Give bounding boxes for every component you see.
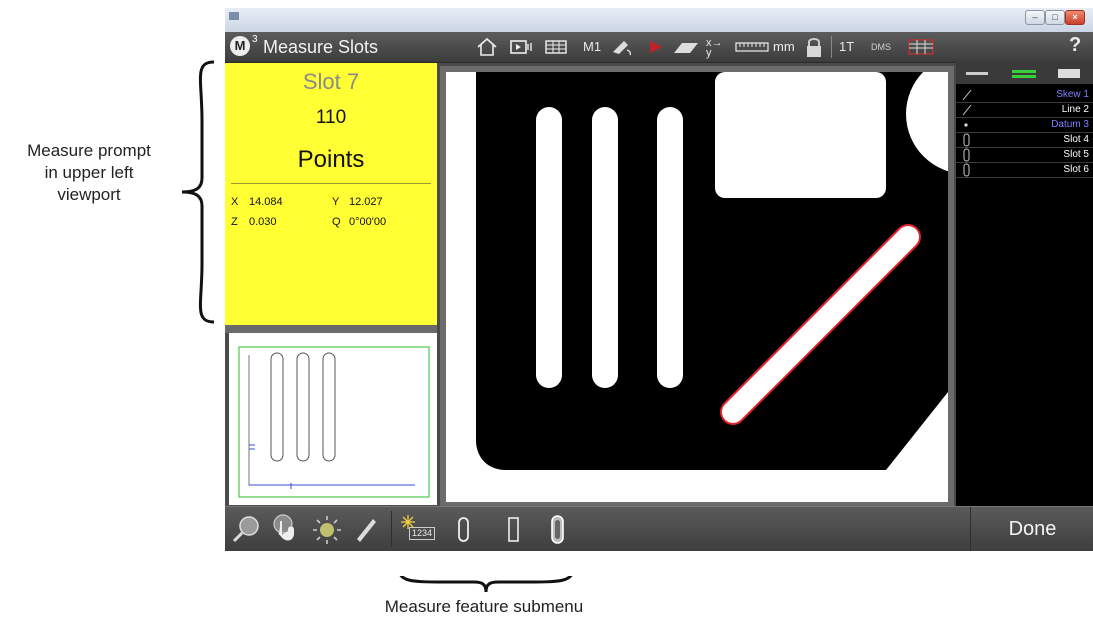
app-logo-superscript: 3 [252,34,258,45]
home-icon[interactable] [476,37,498,57]
coord-q-axis: Q [332,216,341,228]
slot-icon [963,148,970,162]
feature-label: Slot 5 [1063,149,1089,160]
feature-row[interactable]: Slot 6 [956,163,1093,178]
coord-x-value: 14.084 [249,196,283,208]
slot-icon [963,133,970,147]
play-icon[interactable] [647,40,665,54]
prompt-annotation-line-3: viewport [57,185,121,204]
ruler-icon[interactable] [735,41,769,53]
data-table-icon[interactable] [907,38,935,56]
arc-slot-icon[interactable] [549,514,567,546]
submenu-annotation: Measure feature submenu [384,597,584,616]
prompt-feature-name: Slot 7 [302,69,360,94]
line-icon [962,89,972,101]
video-viewport[interactable] [446,72,948,502]
part-view-drawing [238,346,430,498]
feature-row[interactable]: Line 2 [956,103,1093,118]
xy-axis-icon[interactable]: x→ y [706,38,723,59]
toolbar-divider [391,511,392,547]
coord-y-axis: Y [332,196,340,208]
touch-probe-icon[interactable] [269,513,299,545]
plane-icon[interactable] [672,39,700,55]
toolbar-divider [831,36,832,58]
point-icon [964,123,968,127]
app-logo: M [230,36,250,56]
feature-row[interactable]: Skew 1 [956,88,1093,103]
slot-icon[interactable] [457,516,471,544]
prompt-annotation-line-1: Measure prompt [27,141,151,160]
window-bottom-margin [225,551,1093,576]
done-button[interactable]: Done [970,507,1093,552]
coord-y-value: 12.027 [349,196,383,208]
filter-tab[interactable] [1012,70,1036,73]
prompt-divider [231,183,431,184]
list-view-tab[interactable] [966,72,988,75]
feature-list-panel: Skew 1 Line 2 Datum 3 Slot 4 Slot 5 Slot… [956,62,1093,506]
table-grid-icon[interactable] [545,40,567,54]
detail-view-tab[interactable] [1058,69,1080,78]
part-view-minimap[interactable] [229,333,437,505]
viewport-separator [225,325,437,333]
prompt-annotation-line-2: in upper left [44,163,134,182]
prompt-brace [181,60,215,324]
main-toolbar: M 3 Measure Slots M1 x→ y mm 1T DMS ? [225,32,1093,63]
feature-label: Skew 1 [1056,89,1089,100]
app-title: Measure Slots [263,37,379,57]
auto-measure-icon[interactable]: 1234 [401,515,436,543]
help-button[interactable]: ? [1069,35,1081,55]
coord-z-value: 0.030 [249,216,277,228]
minimize-icon: – [1032,12,1038,22]
feature-row[interactable]: Datum 3 [956,118,1093,133]
line-icon [962,104,972,116]
units-label[interactable]: mm [773,37,795,57]
bottom-toolbar: 1234 Done [225,506,1093,552]
pen-icon[interactable] [353,515,379,543]
prompt-unit-label: Points [297,146,365,173]
coord-z-axis: Z [231,216,238,228]
angle-format-label[interactable]: DMS [871,37,891,57]
prompt-annotation: Measure prompt in upper left viewport [0,140,178,206]
video-camera-icon[interactable] [510,39,536,55]
feature-label: Datum 3 [1051,119,1089,130]
rectangle-slot-icon[interactable] [507,516,521,544]
light-icon[interactable] [311,514,343,544]
window-titlebar: – □ × [225,8,1093,32]
close-button[interactable]: × [1065,10,1085,25]
measure-prompt-panel: Slot 7 110 Points X 14.084 Y 12.027 Z 0.… [225,63,437,325]
slot-icon [963,163,970,177]
maximize-button[interactable]: □ [1045,10,1065,25]
feature-list-tabs [956,62,1093,84]
feature-row[interactable]: Slot 5 [956,148,1093,163]
close-icon: × [1072,12,1078,22]
auto-measure-badge: 1234 [409,527,436,540]
lock-icon[interactable] [805,36,823,58]
feature-label: Slot 6 [1063,164,1089,175]
app-window: – □ × M 3 Measure Slots M1 x→ y mm 1T DM… [225,8,1093,576]
prompt-point-count: 110 [315,107,347,128]
maximize-icon: □ [1052,12,1058,22]
probe-icon[interactable] [610,38,634,56]
window-system-icon [229,12,239,20]
coord-q-value: 0°00'00 [349,216,387,228]
magnifier-icon[interactable] [231,514,261,544]
mode-label[interactable]: M1 [583,37,601,57]
feature-label: Line 2 [1061,104,1089,115]
part-image [476,72,948,470]
tolerance-label[interactable]: 1T [839,37,854,57]
feature-row[interactable]: Slot 4 [956,133,1093,148]
minimize-button[interactable]: – [1025,10,1045,25]
coord-x-axis: X [231,196,239,208]
feature-label: Slot 4 [1063,134,1089,145]
